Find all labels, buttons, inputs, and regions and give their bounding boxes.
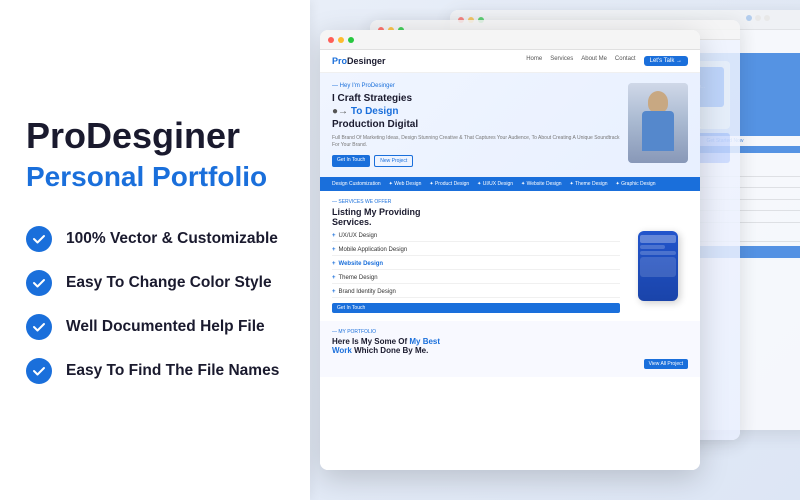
service-tag-7: ✦ Graphic Design xyxy=(616,181,656,187)
service-tag-6: ✦ Theme Design xyxy=(570,181,608,187)
brand-subtitle: Personal Portfolio xyxy=(26,160,284,194)
hero-description: Full Brand Of Marketing Ideas, Design St… xyxy=(332,135,628,149)
check-icon-vector xyxy=(26,226,52,252)
feature-item-color: Easy To Change Color Style xyxy=(26,270,284,296)
mockup-container: For Your Projects Pro Plan $499.00/Year … xyxy=(320,10,800,500)
new-project-btn[interactable]: New Project xyxy=(374,155,413,167)
feature-item-files: Easy To Find The File Names xyxy=(26,358,284,384)
services-body: UX/UX Design Mobile Application Design W… xyxy=(332,231,688,313)
dot-red-front xyxy=(328,37,334,43)
hero-tag: — Hey I'm ProDesinger xyxy=(332,83,628,89)
portfolio-header: ProDesinger Home Services About Me Conta… xyxy=(320,50,700,73)
portfolio-logo: ProDesinger xyxy=(332,56,386,66)
feature-item-docs: Well Documented Help File xyxy=(26,314,284,340)
features-list: 100% Vector & Customizable Easy To Chang… xyxy=(26,226,284,384)
dot-green-front xyxy=(348,37,354,43)
services-section: — SERVICES WE OFFER Listing My Providing… xyxy=(320,191,700,321)
service-tag-1: Design Customization xyxy=(332,181,381,187)
services-tag: — SERVICES WE OFFER xyxy=(332,199,688,205)
services-bar: Design Customization ✦ Web Design ✦ Prod… xyxy=(320,177,700,191)
left-panel: ProDesginer Personal Portfolio 100% Vect… xyxy=(0,0,310,500)
check-icon-color xyxy=(26,270,52,296)
services-list-col: UX/UX Design Mobile Application Design W… xyxy=(332,231,620,313)
check-icon-files xyxy=(26,358,52,384)
nav-about: About Me xyxy=(581,56,607,66)
person-body xyxy=(642,111,674,151)
feature-text-color: Easy To Change Color Style xyxy=(66,274,272,292)
view-all-projects-btn[interactable]: View All Project xyxy=(644,359,688,369)
check-icon-docs xyxy=(26,314,52,340)
portfolio-preview-section: — MY PORTFOLIO Here Is My Some Of My Bes… xyxy=(320,321,700,377)
portfolio-nav: Home Services About Me Contact Let's Tal… xyxy=(526,56,688,66)
service-theme: Theme Design xyxy=(332,273,620,284)
service-mobile: Mobile Application Design xyxy=(332,245,620,256)
person-head xyxy=(648,91,668,113)
browser-front: ProDesinger Home Services About Me Conta… xyxy=(320,30,700,470)
feature-text-files: Easy To Find The File Names xyxy=(66,362,279,380)
nav-contact: Contact xyxy=(615,56,636,66)
feature-item-vector: 100% Vector & Customizable xyxy=(26,226,284,252)
browser-bar-front xyxy=(320,30,700,50)
services-list: UX/UX Design Mobile Application Design W… xyxy=(332,231,620,298)
nav-cta-btn[interactable]: Let's Talk → xyxy=(644,56,688,66)
service-tag-3: ✦ Product Design xyxy=(429,181,469,187)
hero-image xyxy=(628,83,688,163)
service-uiux: UX/UX Design xyxy=(332,231,620,242)
nav-home: Home xyxy=(526,56,542,66)
person-illustration xyxy=(628,83,688,163)
right-panel: For Your Projects Pro Plan $499.00/Year … xyxy=(310,0,800,500)
hero-text: — Hey I'm ProDesinger I Craft Strategies… xyxy=(332,83,628,167)
services-title: Listing My ProvidingServices. xyxy=(332,207,688,227)
portfolio-section-title: Here Is My Some Of My Best Work Which Do… xyxy=(332,337,688,355)
services-btn-container: Get In Touch xyxy=(332,303,620,313)
hero-buttons: Get In Touch New Project xyxy=(332,155,628,167)
service-brand: Brand Identity Design xyxy=(332,287,620,298)
portfolio-section-tag: — MY PORTFOLIO xyxy=(332,329,688,335)
hero-heading: I Craft Strategies ●→ To Design Producti… xyxy=(332,92,628,131)
service-tag-5: ✦ Website Design xyxy=(521,181,562,187)
phone-mockup xyxy=(628,231,688,313)
feature-text-vector: 100% Vector & Customizable xyxy=(66,230,278,248)
brand-title: ProDesginer xyxy=(26,116,284,156)
nav-services: Services xyxy=(550,56,573,66)
hero-section: — Hey I'm ProDesinger I Craft Strategies… xyxy=(320,73,700,177)
service-tag-2: ✦ Web Design xyxy=(389,181,422,187)
service-tag-4: ✦ UI/UX Design xyxy=(477,181,513,187)
get-in-touch-btn[interactable]: Get In Touch xyxy=(332,155,370,167)
dot-yellow-front xyxy=(338,37,344,43)
services-cta-btn[interactable]: Get In Touch xyxy=(332,303,620,313)
browser-content-front: ProDesinger Home Services About Me Conta… xyxy=(320,50,700,470)
service-website: Website Design xyxy=(332,259,620,270)
feature-text-docs: Well Documented Help File xyxy=(66,318,265,336)
